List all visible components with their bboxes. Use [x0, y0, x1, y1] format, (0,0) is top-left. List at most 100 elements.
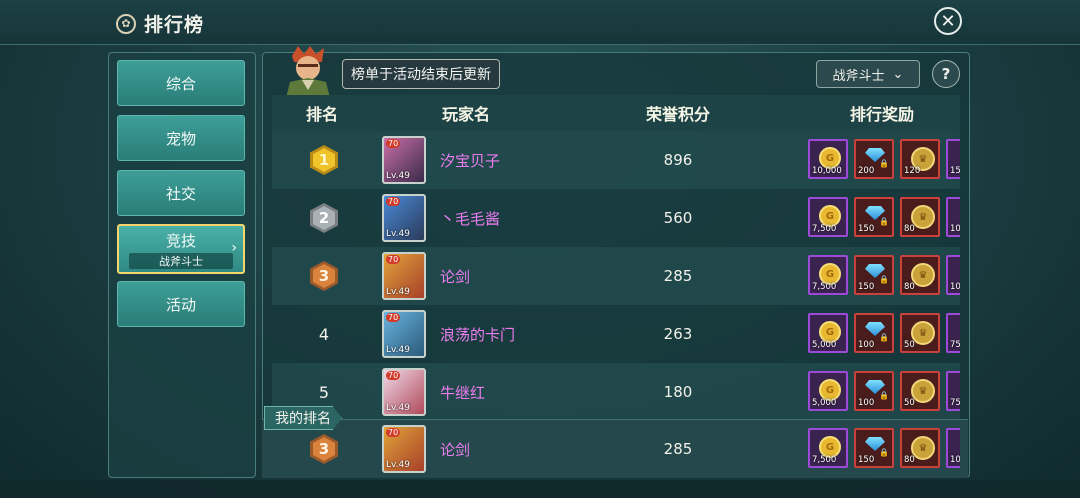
rank-cell: 1: [294, 131, 354, 189]
reward-item[interactable]: 🔒 150: [854, 197, 894, 237]
reward-item[interactable]: ♛ 80: [900, 255, 940, 295]
player-name[interactable]: 论剑: [440, 247, 470, 305]
reward-item[interactable]: ♛ 80: [900, 428, 940, 468]
player-score: 263: [663, 325, 693, 343]
reward-item[interactable]: G 7,500: [808, 255, 848, 295]
tab-label: 宠物: [165, 129, 196, 148]
rank-cell: 4: [318, 324, 330, 344]
reward-item[interactable]: 75: [946, 371, 960, 411]
tab-social[interactable]: 社交: [117, 170, 245, 216]
reward-item[interactable]: 🔒 100: [854, 371, 894, 411]
player-score: 560: [663, 209, 693, 227]
reward-item[interactable]: 15: [946, 139, 960, 179]
tab-overall[interactable]: 综合: [117, 60, 245, 106]
lock-icon: 🔒: [879, 159, 889, 168]
tab-pets[interactable]: 宠物: [117, 115, 245, 161]
my-rank-row[interactable]: 3 70 Lv.49 论剑 285 G 7,500 🔒 150 ♛ 80 10: [262, 419, 968, 478]
tab-events[interactable]: 活动: [117, 281, 245, 327]
reward-item[interactable]: G 5,000: [808, 371, 848, 411]
help-button[interactable]: ?: [932, 60, 960, 88]
player-avatar[interactable]: 70 Lv.49: [382, 368, 426, 416]
lock-icon: 🔒: [879, 448, 889, 457]
tab-label: 活动: [165, 295, 196, 314]
player-score: 896: [663, 151, 693, 169]
close-button[interactable]: ✕: [934, 7, 962, 35]
reward-item[interactable]: 🔒 150: [854, 428, 894, 468]
reward-item[interactable]: 🔒 150: [854, 255, 894, 295]
header-reward: 排行奖励: [850, 105, 915, 124]
rank-cell: 3: [294, 247, 354, 305]
reward-item[interactable]: 🔒 200: [854, 139, 894, 179]
reward-item[interactable]: ♛ 50: [900, 313, 940, 353]
header-player: 玩家名: [442, 105, 491, 124]
reward-list: G 7,500 🔒 150 ♛ 80 10: [808, 197, 960, 239]
lock-icon: 🔒: [879, 333, 889, 342]
reward-item[interactable]: G 5,000: [808, 313, 848, 353]
player-avatar[interactable]: 70 Lv.49: [382, 194, 426, 242]
chevron-right-icon: ›: [231, 240, 237, 256]
player-name[interactable]: 论剑: [440, 420, 470, 478]
player-avatar[interactable]: 70 Lv.49: [382, 310, 426, 358]
reward-item[interactable]: 10: [946, 428, 960, 468]
bottom-strip: [0, 480, 1080, 498]
rank-cell: 2: [294, 189, 354, 247]
reward-item[interactable]: ♛ 50: [900, 371, 940, 411]
lock-icon: 🔒: [879, 275, 889, 284]
reward-item[interactable]: 🔒 100: [854, 313, 894, 353]
tab-label: 社交: [165, 184, 196, 203]
reward-item[interactable]: 10: [946, 255, 960, 295]
gold-medal-icon: 1: [310, 145, 338, 175]
reward-item[interactable]: 75: [946, 313, 960, 353]
tab-label: 竞技: [165, 231, 196, 250]
category-sidebar: 综合 宠物 社交 竞技 战斧斗士 › 活动: [108, 52, 256, 478]
header-score: 荣誉积分: [646, 105, 711, 124]
npc-avatar: [286, 46, 330, 98]
reward-list: G 7,500 🔒 150 ♛ 80 10: [808, 428, 960, 470]
reward-item[interactable]: ♛ 80: [900, 197, 940, 237]
page-title: 排行榜: [144, 14, 205, 36]
reward-list: G 5,000 🔒 100 ♛ 50 75: [808, 313, 960, 355]
reward-item[interactable]: G 7,500: [808, 197, 848, 237]
tab-label: 综合: [165, 74, 196, 93]
player-avatar[interactable]: 70 Lv.49: [382, 136, 426, 184]
reward-item[interactable]: G 7,500: [808, 428, 848, 468]
reward-list: G 7,500 🔒 150 ♛ 80 10: [808, 255, 960, 297]
top-bar: ✿ 排行榜 ✕: [0, 0, 1080, 45]
dropdown-value: 战斧斗士: [832, 68, 885, 84]
header-rank: 排名: [306, 105, 339, 124]
player-name[interactable]: 汐宝贝子: [440, 131, 500, 189]
silver-medal-icon: 2: [310, 203, 338, 233]
player-score: 285: [663, 267, 693, 285]
close-icon: ✕: [940, 10, 956, 32]
notice-bubble: 榜单于活动结束后更新: [342, 59, 500, 89]
reward-item[interactable]: 10: [946, 197, 960, 237]
reward-list: G 5,000 🔒 100 ♛ 50 75: [808, 371, 960, 413]
table-row[interactable]: 2 70 Lv.49 丶毛毛酱 560 G 7,500 🔒 150 ♛ 80 10: [272, 189, 960, 247]
tab-arena[interactable]: 竞技 战斧斗士 ›: [117, 224, 245, 274]
player-name[interactable]: 浪荡的卡门: [440, 305, 515, 363]
season-dropdown[interactable]: 战斧斗士 ⌄: [816, 60, 920, 88]
my-rank-label: 我的排名: [264, 406, 342, 430]
table-row[interactable]: 1 70 Lv.49 汐宝贝子 896 G 10,000 🔒 200 ♛ 120 15: [272, 131, 960, 189]
player-name[interactable]: 丶毛毛酱: [440, 189, 500, 247]
player-avatar[interactable]: 70 Lv.49: [382, 425, 426, 473]
ranking-list[interactable]: 1 70 Lv.49 汐宝贝子 896 G 10,000 🔒 200 ♛ 120 15 …: [272, 131, 960, 419]
player-score: 285: [663, 440, 693, 458]
reward-list: G 10,000 🔒 200 ♛ 120 15: [808, 139, 960, 181]
bronze-medal-icon: 3: [310, 261, 338, 291]
player-name[interactable]: 牛继红: [440, 363, 485, 419]
player-avatar[interactable]: 70 Lv.49: [382, 252, 426, 300]
table-row[interactable]: 5 70 Lv.49 牛继红 180 G 5,000 🔒 100 ♛ 50 75: [272, 363, 960, 419]
title-group: ✿ 排行榜: [116, 10, 204, 37]
table-row[interactable]: 3 70 Lv.49 论剑 285 G 7,500 🔒 150 ♛ 80 10: [272, 247, 960, 305]
reward-item[interactable]: ♛ 120: [900, 139, 940, 179]
settings-icon: ✿: [116, 13, 136, 34]
table-row[interactable]: 4 70 Lv.49 浪荡的卡门 263 G 5,000 🔒 100 ♛ 50 75: [272, 305, 960, 363]
player-score: 180: [663, 383, 693, 401]
lock-icon: 🔒: [879, 391, 889, 400]
lock-icon: 🔒: [879, 217, 889, 226]
table-header: 排名 玩家名 荣誉积分 排行奖励: [272, 95, 960, 131]
bronze-medal-icon: 3: [310, 434, 338, 464]
reward-item[interactable]: G 10,000: [808, 139, 848, 179]
tab-sub-label: 战斧斗士: [129, 252, 233, 269]
